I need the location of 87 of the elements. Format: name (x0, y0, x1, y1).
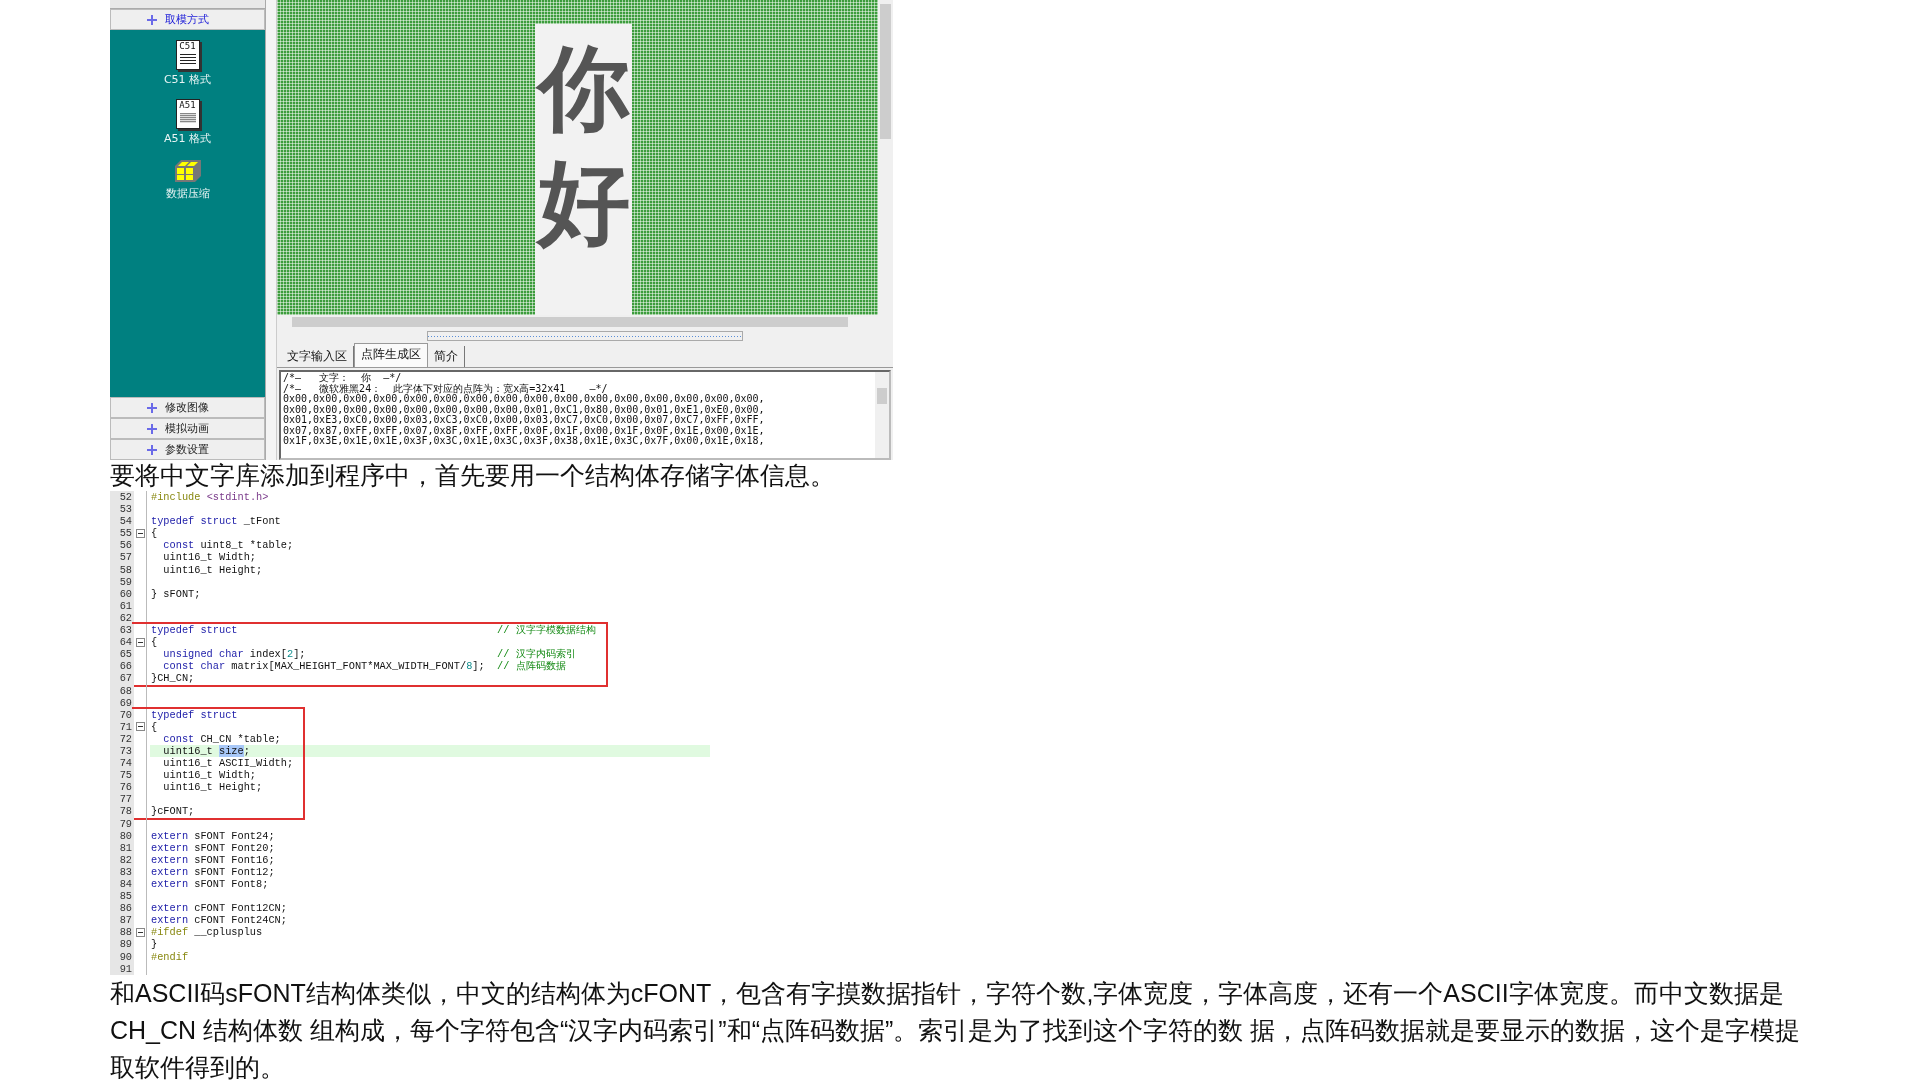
tab[interactable]: 简介 (428, 346, 465, 367)
tool-label[interactable]: A51 格式 (164, 131, 211, 146)
code-line: uint16_t Height; (162, 563, 263, 576)
code-line: { (151, 527, 158, 540)
code-line: extern sFONT Font12; (151, 865, 275, 878)
output-line: 0x01,0xE3,0xC0,0x00,0x03,0xC3,0xC0,0x00,0x03,0xC7,0xC0,0x00,0x07,0xC7,0xFF,0xFF, (283, 415, 766, 426)
cross-icon (146, 444, 157, 455)
output-line: 0x00,0x00,0x00,0x00,0x00,0x00,0x00,0x00,0x00,0x00,0x00,0x00,0x00,0x00,0x00,0x00, (283, 394, 766, 405)
code-line: uint16_t size; (162, 744, 250, 758)
line-number: 86 (110, 902, 134, 915)
cross-icon (146, 402, 157, 413)
line-number: 57 (110, 551, 134, 564)
output-line: 0x07,0x87,0xFF,0xFF,0x07,0x8F,0xFF,0xFF,0x0F,0x1F,0x00,0x1F,0x0F,0x1E,0x00,0x1E, (283, 425, 766, 436)
splitter-handle[interactable] (427, 331, 743, 341)
output-line: 0x00,0x00,0x00,0x00,0x00,0x00,0x00,0x00,0x01,0xC1,0x80,0x00,0x01,0xE1,0xE0,0x00, (283, 404, 766, 415)
line-number: 88 (110, 926, 134, 939)
matrix-glyph: 你 (537, 38, 630, 138)
matrix-glyph: 好 (537, 152, 630, 252)
notepad-icon[interactable]: C51 (175, 40, 200, 70)
cube-icon[interactable] (172, 158, 203, 184)
code-line: const char matrix[MAX_HEIGHT_FONT*MAX_WIDTH_FONT/8]; // 点阵码数据 (162, 660, 566, 673)
cross-icon (146, 14, 157, 25)
line-number: 75 (110, 769, 134, 782)
code-line: extern sFONT Font16; (151, 853, 275, 866)
line-number: 87 (110, 914, 134, 927)
line-number: 89 (110, 938, 134, 951)
code-line: uint16_t Width; (162, 551, 257, 564)
vertical-scrollbar[interactable] (875, 372, 889, 458)
tab[interactable]: 点阵生成区 (354, 343, 428, 367)
intro-text: 要将中文字库添加到程序中，首先要用一个结构体存储字体信息。 (110, 460, 836, 490)
code-line: extern cFONT Font24CN; (151, 914, 287, 927)
code-line: } (151, 938, 158, 951)
code-line: extern sFONT Font24; (151, 829, 275, 842)
sidebar-section[interactable]: 取模方式 (110, 9, 265, 30)
line-number: 84 (110, 878, 134, 891)
code-line: #include <stdint.h> (151, 491, 269, 504)
line-number: 78 (110, 805, 134, 818)
line-number: 63 (110, 624, 134, 637)
tool-label[interactable]: 数据压缩 (165, 186, 210, 201)
line-number: 85 (110, 890, 134, 903)
line-number: 74 (110, 757, 134, 770)
output-line: /*— 微软雅黑24： 此字体下对应的点阵为：宽x高=32x41 —*/ (283, 383, 608, 394)
line-number: 64 (110, 636, 134, 649)
body-paragraph: 和ASCII码sFONT结构体类似，中文的结构体为cFONT，包含有字摸数据指针，字符个数,字体宽度，字体高度，还有一个ASCII字体宽度。而中文数据是CH_CN 结构体数 组构成，每个字符包含“汉字内码索引”和“点阵码数据”。索引是为了找到这个字符的数 据，点阵码数据就是要显示的数据，这个是字模提取软件得到的。 (110, 977, 1802, 1080)
cross-icon (146, 423, 157, 434)
code-line: const CH_CN *table; (162, 732, 281, 745)
output-textarea[interactable] (279, 370, 891, 460)
code-line: #endif (151, 950, 189, 963)
sidebar-section[interactable]: 修改图像 (110, 397, 265, 418)
code-line: #ifdef __cplusplus (151, 926, 263, 939)
collapse-icon[interactable] (135, 637, 145, 647)
code-line: extern cFONT Font12CN; (151, 902, 287, 915)
code-line: uint16_t Height; (162, 781, 263, 794)
collapse-icon[interactable] (135, 722, 145, 732)
code-line: typedef struct // 汉字字模数据结构 (151, 624, 596, 637)
line-number: 55 (110, 527, 134, 540)
line-number: 53 (110, 503, 134, 516)
code-line: extern sFONT Font8; (151, 878, 269, 891)
output-line: /*— 文字： 你 —*/ (283, 373, 403, 383)
code-line: } sFONT; (151, 587, 201, 600)
line-number: 65 (110, 648, 134, 661)
code-line: uint16_t ASCII_Width; (162, 757, 294, 770)
code-line: unsigned char index[2]; // 汉字内码索引 (162, 648, 576, 661)
splitter-handle[interactable] (265, 0, 277, 460)
tool-label[interactable]: C51 格式 (163, 72, 212, 87)
line-number: 52 (110, 491, 134, 504)
collapse-icon[interactable] (135, 927, 145, 937)
code-line: typedef struct (151, 708, 238, 721)
line-number: 54 (110, 515, 134, 528)
line-number: 56 (110, 539, 134, 552)
line-number: 67 (110, 672, 134, 685)
line-number: 76 (110, 781, 134, 794)
notepad-icon[interactable]: A51 (175, 99, 200, 129)
code-line: }CH_CN; (151, 672, 195, 685)
sidebar-section[interactable]: 模拟动画 (110, 418, 265, 439)
code-line: extern sFONT Font20; (151, 841, 275, 854)
code-line: typedef struct _tFont (151, 515, 281, 528)
line-number: 66 (110, 660, 134, 673)
code-line: }cFONT; (151, 805, 195, 818)
code-line: uint16_t Width; (162, 769, 257, 782)
sidebar-section[interactable]: 参数设置 (110, 439, 265, 460)
code-line: { (151, 636, 158, 649)
line-number: 77 (110, 793, 134, 806)
output-line: 0x1F,0x3E,0x1E,0x1E,0x3F,0x3C,0x1E,0x3C,0x3F,0x38,0x1E,0x3C,0x7F,0x00,0x1E,0x18, (283, 436, 766, 447)
collapse-icon[interactable] (135, 528, 145, 538)
code-line: const uint8_t *table; (162, 539, 294, 552)
code-line: { (151, 720, 158, 733)
